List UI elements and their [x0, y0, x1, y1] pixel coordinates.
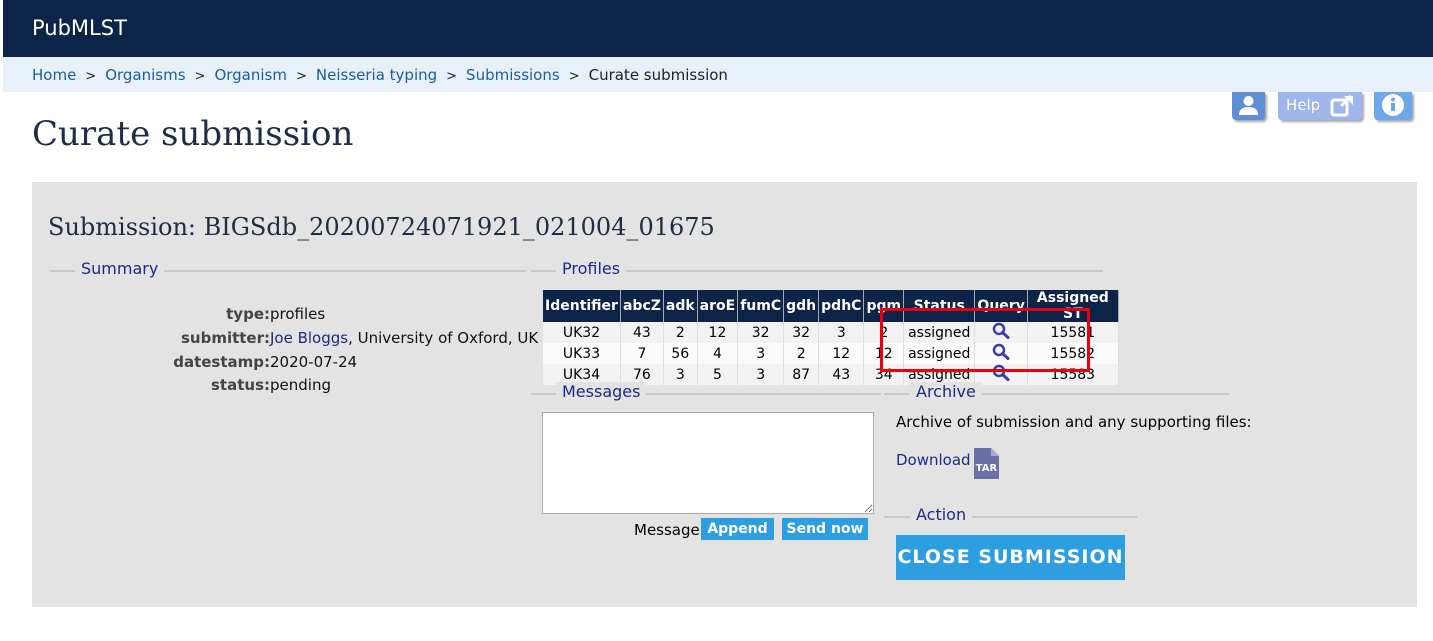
column-header: fumC — [737, 290, 785, 322]
tar-badge-text: TAR — [976, 463, 998, 474]
message-label: Message: — [634, 521, 705, 539]
submission-panel: Submission: BIGSdb_20200724071921_021004… — [32, 182, 1417, 607]
allele-cell: 12 — [818, 343, 865, 364]
allele-cell: 3 — [818, 322, 865, 343]
allele-cell: 3 — [663, 364, 698, 385]
breadcrumb-separator: > — [85, 69, 97, 84]
submitter-link[interactable]: Joe Bloggs — [270, 329, 348, 347]
allele-cell: 32 — [737, 322, 785, 343]
allele-cell: 12 — [697, 322, 739, 343]
summary-value: 2020-07-24 — [270, 353, 358, 371]
summary-value: profiles — [270, 305, 326, 323]
allele-cell: 3 — [737, 364, 785, 385]
column-header: adk — [663, 290, 698, 322]
summary-key: submitter: — [180, 329, 270, 347]
allele-cell: 4 — [697, 343, 739, 364]
breadcrumb-organisms[interactable]: Organisms — [105, 66, 185, 84]
breadcrumb-separator: > — [295, 69, 307, 84]
info-icon — [1382, 94, 1404, 116]
profiles-legend: Profiles — [556, 259, 627, 278]
toolbar: Help — [1232, 92, 1412, 120]
download-link[interactable]: Download — [896, 451, 971, 469]
column-header: gdh — [783, 290, 820, 322]
allele-cell: 87 — [783, 364, 820, 385]
allele-cell: 43 — [620, 322, 664, 343]
summary-value: pending — [270, 376, 331, 394]
allele-cell: 5 — [697, 364, 739, 385]
breadcrumb: Home > Organisms > Organism > Neisseria typing… — [3, 57, 1433, 92]
summary-legend: Summary — [75, 259, 165, 278]
top-banner: PubMLST — [3, 0, 1433, 57]
allele-cell: 32 — [783, 322, 820, 343]
help-button[interactable]: Help — [1278, 92, 1362, 120]
help-label: Help — [1286, 96, 1321, 114]
breadcrumb-neisseria-typing[interactable]: Neisseria typing — [316, 66, 437, 84]
summary-value: Joe Bloggs, University of Oxford, UK — [270, 329, 538, 347]
site-brand[interactable]: PubMLST — [32, 16, 127, 40]
submission-heading: Submission: BIGSdb_20200724071921_021004… — [48, 213, 715, 241]
breadcrumb-separator: > — [568, 69, 580, 84]
close-submission-button[interactable]: CLOSE SUBMISSION — [896, 535, 1125, 580]
user-icon — [1239, 96, 1258, 115]
breadcrumb-home[interactable]: Home — [32, 66, 76, 84]
allele-cell: 2 — [783, 343, 820, 364]
allele-cell: 7 — [620, 343, 664, 364]
tar-file-icon[interactable]: TAR — [973, 447, 1000, 480]
summary-key: status: — [211, 376, 270, 394]
action-legend: Action — [910, 505, 973, 524]
column-header: Identifier — [543, 290, 621, 322]
append-button[interactable]: Append — [701, 518, 774, 540]
highlight-box — [880, 308, 1090, 372]
breadcrumb-separator: > — [194, 69, 206, 84]
allele-cell: 3 — [737, 343, 785, 364]
allele-cell: 43 — [818, 364, 865, 385]
column-header: pdhC — [818, 290, 865, 322]
page-title: Curate submission — [32, 114, 354, 154]
archive-description: Archive of submission and any supporting… — [896, 413, 1252, 431]
column-header: aroE — [697, 290, 739, 322]
identifier-cell: UK32 — [543, 322, 621, 343]
submitter-affiliation: , University of Oxford, UK — [348, 329, 539, 347]
allele-cell: 2 — [663, 322, 698, 343]
column-header: abcZ — [620, 290, 664, 322]
breadcrumb-organism[interactable]: Organism — [214, 66, 287, 84]
info-button[interactable] — [1374, 92, 1412, 120]
send-now-button[interactable]: Send now — [782, 518, 868, 540]
external-link-icon — [1330, 94, 1353, 117]
breadcrumb-submissions[interactable]: Submissions — [466, 66, 560, 84]
summary-key: type: — [226, 305, 270, 323]
breadcrumb-separator: > — [446, 69, 458, 84]
message-textarea[interactable] — [542, 412, 874, 514]
user-button[interactable] — [1232, 92, 1265, 120]
breadcrumb-current: Curate submission — [588, 66, 728, 84]
archive-legend: Archive — [910, 382, 982, 401]
identifier-cell: UK33 — [543, 343, 621, 364]
messages-legend: Messages — [556, 382, 647, 401]
summary-key: datestamp: — [173, 353, 270, 371]
allele-cell: 56 — [663, 343, 698, 364]
